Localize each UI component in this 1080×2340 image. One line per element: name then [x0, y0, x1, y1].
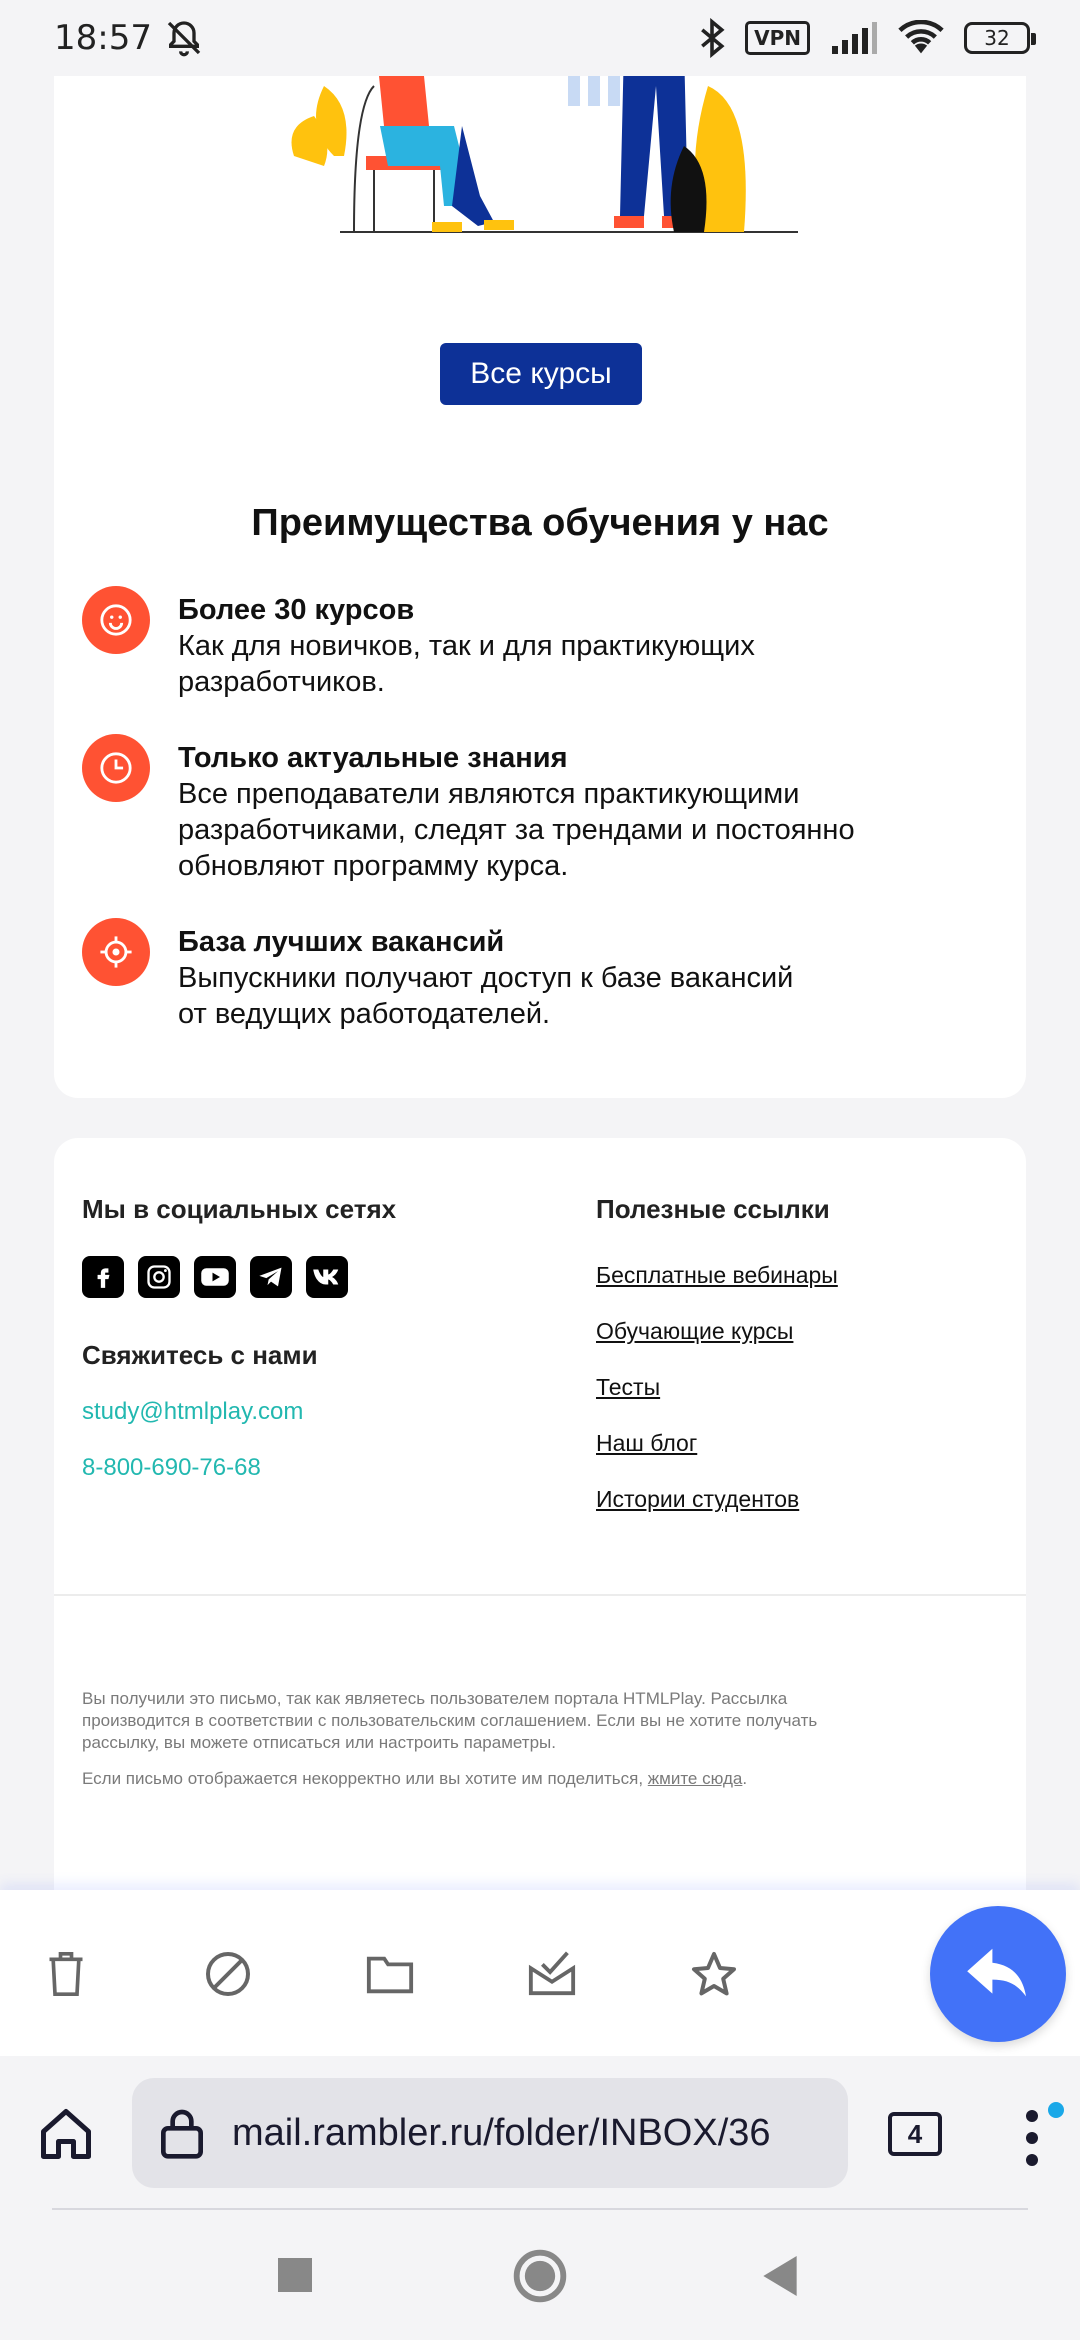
feature-description: Выпускники получают доступ к базе ваканс… — [178, 962, 794, 994]
feature-description: от ведущих работодателей. — [178, 998, 551, 1030]
browser-toolbar: mail.rambler.ru/folder/INBOX/36 4 — [0, 2056, 1080, 2208]
block-icon — [206, 1952, 250, 1996]
more-vertical-icon — [1026, 2110, 1038, 2166]
target-icon — [100, 936, 132, 968]
telegram-icon[interactable] — [250, 1256, 292, 1298]
home-nav-button[interactable] — [512, 2248, 568, 2309]
spam-button[interactable] — [202, 1948, 254, 2000]
back-button[interactable] — [762, 2256, 798, 2301]
feature-description: обновляют программу курса. — [178, 850, 569, 882]
signal-icon — [832, 22, 877, 54]
recents-button[interactable] — [278, 2258, 312, 2297]
facebook-icon[interactable] — [82, 1256, 124, 1298]
feature-item: База лучших вакансий Выпускники получают… — [82, 918, 982, 1032]
feature-item: Более 30 курсов Как для новичков, так и … — [82, 586, 982, 700]
feature-item: Только актуальные знания Все преподавате… — [82, 734, 982, 884]
home-icon — [41, 2109, 91, 2159]
folder-icon — [366, 1956, 414, 1994]
link-tests[interactable]: Тесты — [596, 1374, 660, 1401]
bell-off-icon — [167, 21, 201, 57]
youtube-icon[interactable] — [194, 1256, 236, 1298]
social-title: Мы в социальных сетях — [82, 1194, 397, 1224]
people-illustration — [291, 76, 798, 233]
mail-check-icon — [528, 1951, 576, 1996]
tabs-button[interactable]: 4 — [888, 2112, 942, 2156]
status-bar: 18:57 VPN 32 — [0, 0, 1080, 76]
feature-description: разработчиков. — [178, 666, 385, 698]
square-icon — [278, 2258, 312, 2292]
instagram-icon[interactable] — [138, 1256, 180, 1298]
notification-dot — [1048, 2102, 1064, 2118]
trash-icon — [49, 1952, 83, 1996]
browser-menu-button[interactable] — [1024, 2108, 1040, 2168]
feature-description: разработчиками, следят за трендами и пос… — [178, 814, 855, 846]
feature-description: Как для новичков, так и для практикующих — [178, 630, 755, 662]
smile-icon — [100, 604, 132, 636]
email-content[interactable]: Все курсы Преимущества обучения у нас Бо… — [26, 76, 1054, 1890]
link-free-webinars[interactable]: Бесплатные вебинары — [596, 1262, 838, 1289]
clock-icon — [100, 752, 132, 784]
link-courses[interactable]: Обучающие курсы — [596, 1318, 793, 1345]
star-icon — [692, 1952, 736, 1996]
useful-links-title: Полезные ссылки — [596, 1194, 830, 1224]
link-student-stories[interactable]: Истории студентов — [596, 1486, 799, 1513]
contact-email-link[interactable]: study@htmlplay.com — [82, 1398, 303, 1426]
favorite-button[interactable] — [688, 1948, 740, 2000]
email-footer-card: Мы в социальных сетях Свяжитесь с нами s… — [54, 1138, 1026, 1890]
mark-read-button[interactable] — [526, 1948, 578, 2000]
battery-indicator: 32 — [964, 22, 1036, 54]
contact-title: Свяжитесь с нами — [82, 1340, 318, 1370]
lock-icon — [161, 2109, 203, 2159]
wifi-icon — [898, 20, 944, 54]
advantages-title: Преимущества обучения у нас — [251, 502, 829, 544]
circle-home-icon — [513, 2249, 567, 2303]
unsubscribe-disclaimer: Вы получили это письмо, так как являетес… — [82, 1689, 818, 1752]
reply-icon — [967, 1948, 1026, 1997]
status-time: 18:57 — [54, 18, 152, 58]
email-action-bar — [0, 1890, 1080, 2056]
feature-title: Более 30 курсов — [178, 594, 415, 626]
vk-icon[interactable] — [306, 1256, 348, 1298]
view-online-disclaimer: Если письмо отображается некорректно или… — [82, 1769, 748, 1788]
delete-button[interactable] — [40, 1948, 92, 2000]
bluetooth-icon — [701, 18, 725, 58]
email-main-card: Все курсы Преимущества обучения у нас Бо… — [54, 76, 1026, 1098]
system-nav-bar — [0, 2210, 1080, 2340]
all-courses-button[interactable]: Все курсы — [440, 343, 642, 405]
url-text: mail.rambler.ru/folder/INBOX/36 — [232, 2111, 771, 2154]
social-icons — [82, 1256, 348, 1298]
contact-phone-link[interactable]: 8-800-690-76-68 — [82, 1454, 261, 1482]
back-triangle-icon — [763, 2256, 797, 2296]
address-bar[interactable]: mail.rambler.ru/folder/INBOX/36 — [132, 2078, 848, 2188]
reply-button[interactable] — [930, 1906, 1066, 2042]
footer-divider — [54, 1594, 1026, 1596]
link-blog[interactable]: Наш блог — [596, 1430, 697, 1457]
vpn-badge: VPN — [745, 21, 810, 55]
feature-title: База лучших вакансий — [178, 926, 505, 958]
feature-title: Только актуальные знания — [178, 742, 568, 774]
move-to-folder-button[interactable] — [364, 1948, 416, 2000]
view-online-link[interactable]: жмите сюда — [648, 1769, 743, 1788]
home-button[interactable] — [36, 2104, 96, 2164]
feature-description: Все преподаватели являются практикующими — [178, 778, 800, 810]
